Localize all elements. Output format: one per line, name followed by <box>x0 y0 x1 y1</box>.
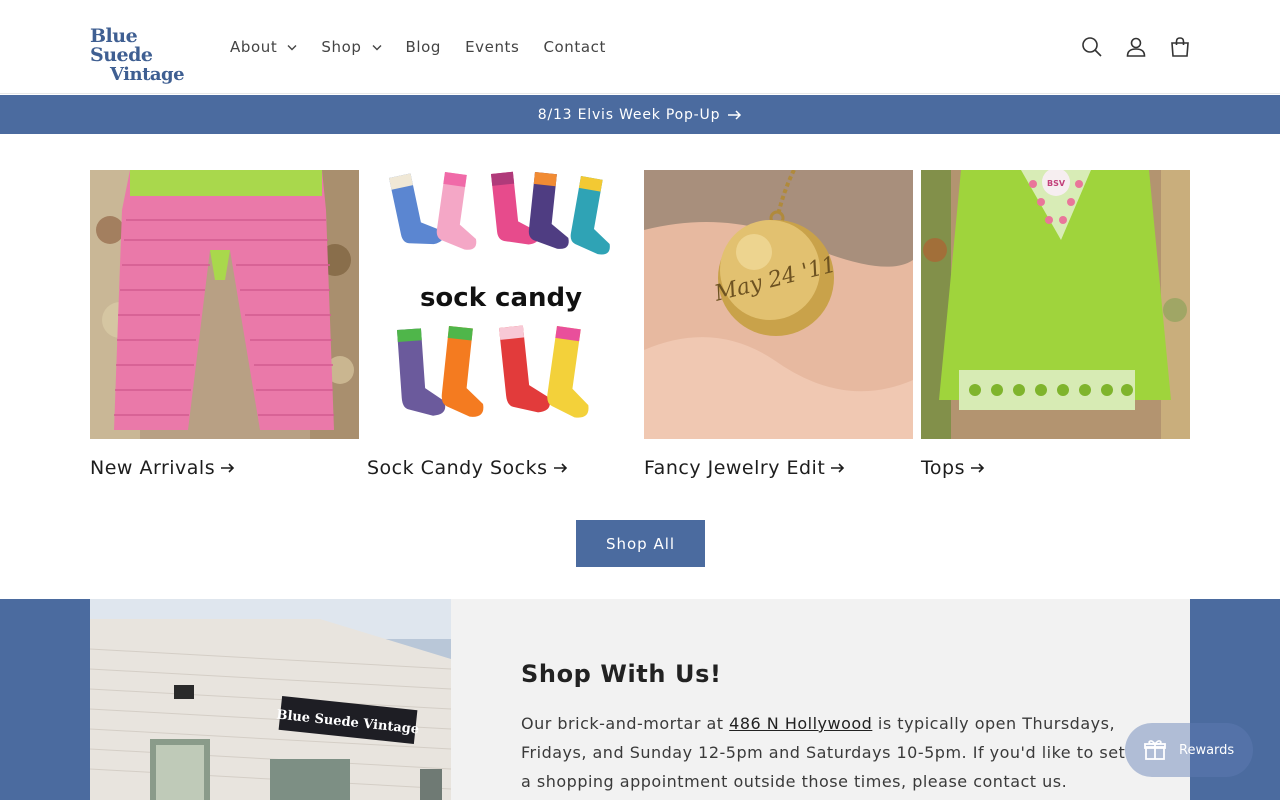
collection-title-text: New Arrivals <box>90 457 216 479</box>
cart-icon <box>1171 37 1189 57</box>
collection-title-text: Sock Candy Socks <box>367 457 548 479</box>
collection-image-socks: sock candy <box>367 170 636 439</box>
chevron-down-icon <box>372 44 381 50</box>
nav-item-about[interactable]: About <box>230 38 297 56</box>
collection-title-text: Tops <box>921 457 965 479</box>
site-header: Blue Suede Vintage About Shop Blog Event… <box>0 0 1280 94</box>
nav-item-label: Events <box>465 38 520 56</box>
nav-item-contact[interactable]: Contact <box>543 38 606 56</box>
arrow-right-icon <box>831 463 845 473</box>
account-icon <box>1126 37 1146 57</box>
nav-item-label: Blog <box>405 38 442 56</box>
collection-card-fancy-jewelry[interactable]: May 24 '11 Fancy Jewelry Edit <box>644 170 913 479</box>
rewards-label: Rewards <box>1179 742 1235 758</box>
collection-title[interactable]: Tops <box>921 457 1190 479</box>
header-icons <box>1062 33 1194 61</box>
shop-all-button[interactable]: Shop All <box>576 520 705 567</box>
nav-item-shop[interactable]: Shop <box>321 38 381 56</box>
collection-card-sock-candy[interactable]: sock candy Sock Candy Socks <box>367 170 636 479</box>
store-heading: Shop With Us! <box>521 660 722 688</box>
nav-item-blog[interactable]: Blog <box>406 38 442 56</box>
store-text-before: Our brick-and-mortar at <box>521 714 730 733</box>
nav-item-label: About <box>230 38 278 56</box>
collection-title[interactable]: New Arrivals <box>90 457 359 479</box>
collection-card-tops[interactable]: BSV Tops <box>921 170 1190 479</box>
account-button[interactable] <box>1122 33 1150 61</box>
collection-card-new-arrivals[interactable]: New Arrivals <box>90 170 359 479</box>
arrow-right-icon <box>970 463 985 473</box>
tag-text: BSV <box>1047 179 1066 188</box>
logo[interactable]: Blue Suede Vintage <box>90 25 192 85</box>
store-description: Our brick-and-mortar at 486 N Hollywood … <box>521 709 1131 796</box>
announcement-text: 8/13 Elvis Week Pop-Up <box>537 106 721 123</box>
announcement-bar[interactable]: 8/13 Elvis Week Pop-Up <box>0 95 1280 134</box>
collection-image-locket: May 24 '11 <box>644 170 913 439</box>
main-nav: About Shop Blog Events Contact <box>230 36 630 58</box>
store-address-link[interactable]: 486 N Hollywood <box>729 714 872 733</box>
collection-title[interactable]: Sock Candy Socks <box>367 457 636 479</box>
collection-image-pants <box>90 170 359 439</box>
cart-button[interactable] <box>1166 33 1194 61</box>
logo-line1: Blue Suede <box>90 25 153 66</box>
nav-item-events[interactable]: Events <box>465 38 519 56</box>
storefront-image: Blue Suede Vintage <box>90 599 451 800</box>
collection-title-text: Fancy Jewelry Edit <box>644 457 826 479</box>
collection-title[interactable]: Fancy Jewelry Edit <box>644 457 913 479</box>
nav-item-label: Contact <box>543 38 607 56</box>
arrow-right-icon <box>553 463 567 473</box>
collection-list: New Arrivals sock candy Sock Candy Socks <box>90 170 1190 479</box>
socks-image-text: sock candy <box>420 283 582 313</box>
search-button[interactable] <box>1078 33 1106 61</box>
chevron-down-icon <box>287 44 297 50</box>
arrow-right-icon <box>221 463 235 473</box>
gift-icon <box>1144 740 1166 760</box>
logo-line2: Vintage <box>110 64 185 85</box>
rewards-button[interactable]: Rewards <box>1125 723 1253 777</box>
nav-item-label: Shop <box>321 38 362 56</box>
store-info-panel: Shop With Us! Our brick-and-mortar at 48… <box>451 599 1190 800</box>
arrow-right-icon <box>728 109 742 120</box>
collection-image-top: BSV <box>921 170 1190 439</box>
search-icon <box>1082 37 1102 57</box>
